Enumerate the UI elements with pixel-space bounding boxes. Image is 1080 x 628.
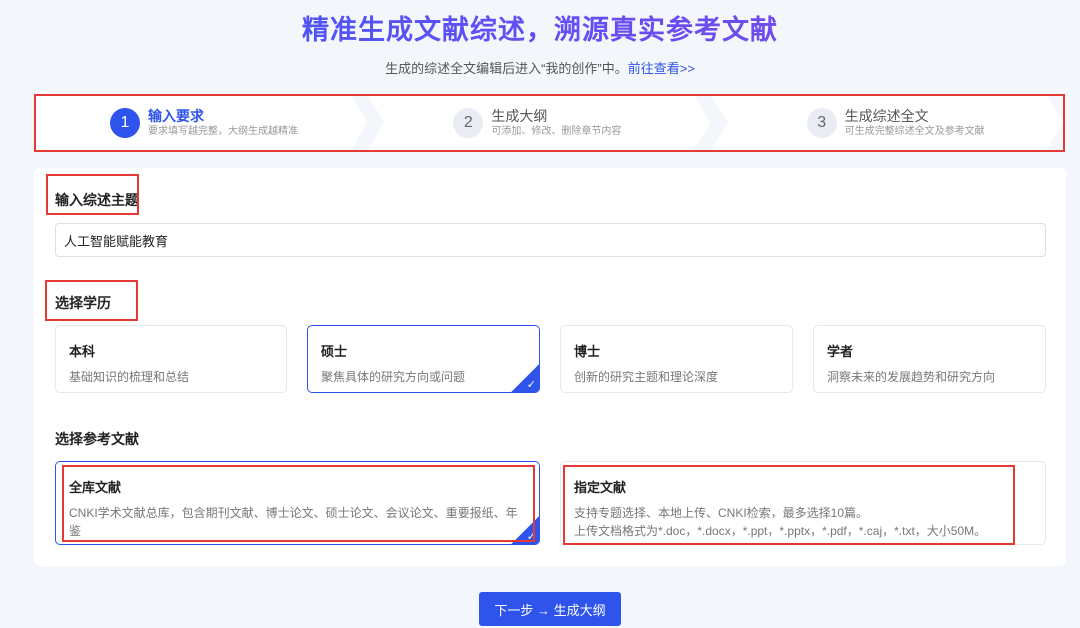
reference-option-all[interactable]: 全库文献 CNKI学术文献总库，包含期刊文献、博士论文、硕士论文、会议论文、重要… (55, 461, 540, 545)
option-title: 全库文献 (69, 480, 122, 495)
degree-option-undergrad[interactable]: 本科 基础知识的梳理和总结 (55, 325, 287, 393)
selected-check-icon: ✓ (511, 516, 539, 544)
step-number: 1 (110, 107, 140, 138)
option-desc: 创新的研究主题和理论深度 (574, 370, 719, 384)
option-desc: 洞察未来的发展趋势和研究方向 (827, 370, 996, 384)
option-desc: 聚焦具体的研究方向或问题 (321, 370, 466, 384)
step-title: 输入要求 (148, 107, 204, 124)
view-creations-link[interactable]: 前往查看>> (628, 61, 695, 76)
topic-input[interactable] (55, 223, 1046, 257)
degree-option-phd[interactable]: 博士 创新的研究主题和理论深度 (560, 325, 793, 393)
step-title: 生成综述全文 (844, 107, 929, 124)
step-desc: 可添加、修改、删除章节内容 (491, 125, 622, 137)
degree-label: 选择学历 (55, 295, 111, 311)
form-card: 输入综述主题 选择学历 本科 基础知识的梳理和总结 硕士 聚焦具体的研究方向或问… (34, 168, 1066, 566)
degree-option-scholar[interactable]: 学者 洞察未来的发展趋势和研究方向 (813, 325, 1046, 393)
option-title: 学者 (827, 344, 854, 359)
step-number: 2 (453, 107, 484, 138)
selected-check-icon: ✓ (511, 364, 539, 392)
step-3: 3 生成综述全文 可生成完整综述全文及参考文献 (710, 95, 1064, 150)
step-desc: 可生成完整综述全文及参考文献 (844, 125, 985, 137)
hero-title: 精准生成文献综述，溯源真实参考文献 (0, 8, 1080, 47)
step-desc: 要求填写越完整，大纲生成越精准 (148, 125, 298, 137)
hero-subtitle: 生成的综述全文编辑后进入“我的创作”中。前往查看>> (0, 58, 1080, 77)
option-desc: CNKI学术文献总库，包含期刊文献、博士论文、硕士论文、会议论文、重要报纸、年鉴 (69, 506, 518, 538)
reference-option-specified[interactable]: 指定文献 支持专题选择、本地上传、CNKI检索，最多选择10篇。 上传文档格式为… (560, 461, 1046, 545)
steps-bar: 1 输入要求 要求填写越完整，大纲生成越精准 2 生成大纲 可添加、修改、删除章… (36, 95, 1064, 150)
hero-subtitle-text: 生成的综述全文编辑后进入“我的创作”中。 (385, 61, 628, 76)
option-desc: 支持专题选择、本地上传、CNKI检索，最多选择10篇。 (574, 506, 869, 520)
step-2: 2 生成大纲 可添加、修改、删除章节内容 (367, 95, 711, 150)
option-title: 指定文献 (574, 480, 627, 495)
option-title: 本科 (69, 344, 96, 359)
option-title: 博士 (574, 344, 601, 359)
topic-label: 输入综述主题 (55, 192, 139, 208)
option-desc-formats: 上传文档格式为*.doc，*.docx，*.ppt，*.pptx，*.pdf，*… (574, 524, 987, 538)
reference-label: 选择参考文献 (55, 431, 139, 447)
degree-option-master[interactable]: 硕士 聚焦具体的研究方向或问题 ✓ (307, 325, 540, 393)
step-number: 3 (806, 107, 837, 138)
next-step-button[interactable]: 下一步 → 生成大纲 (479, 592, 621, 626)
step-1: 1 输入要求 要求填写越完整，大纲生成越精准 (36, 95, 368, 150)
option-title: 硕士 (321, 344, 348, 359)
step-title: 生成大纲 (491, 107, 548, 124)
option-desc: 基础知识的梳理和总结 (69, 370, 190, 384)
